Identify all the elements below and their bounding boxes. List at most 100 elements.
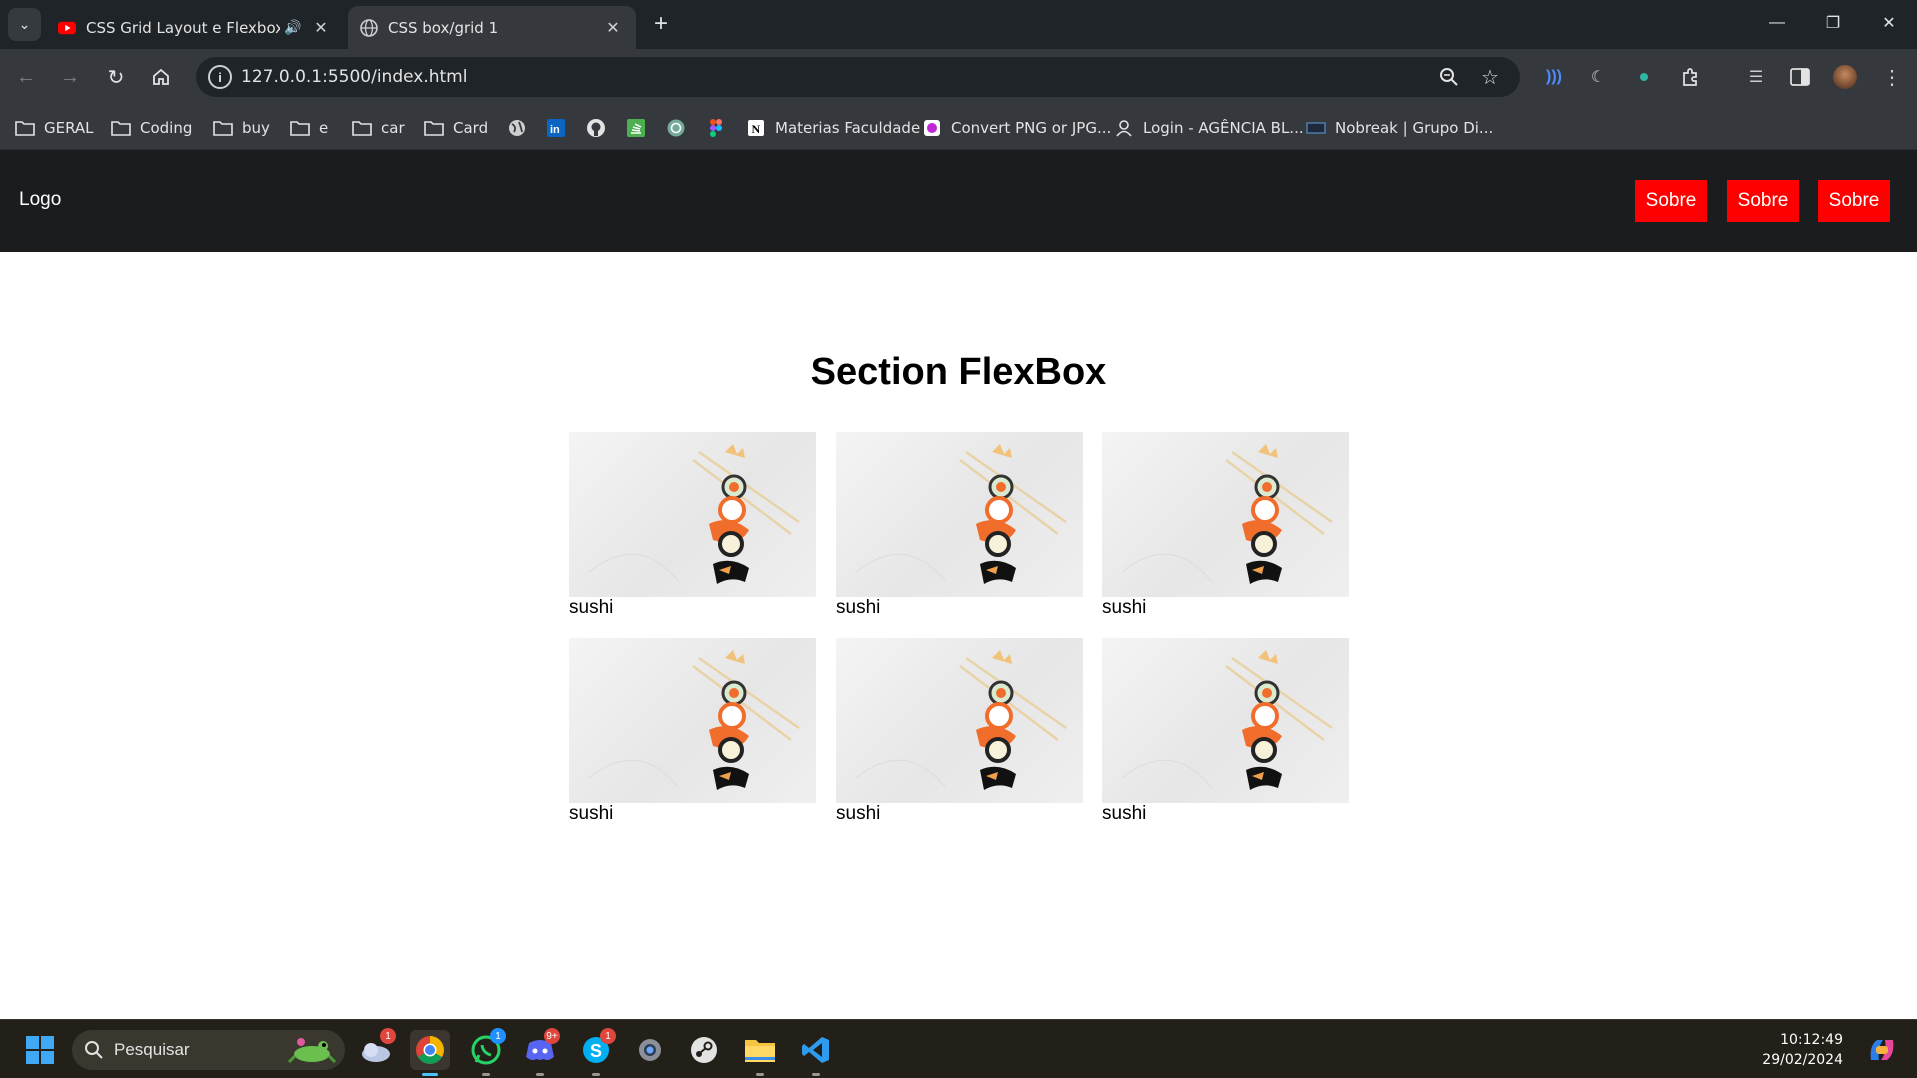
extension-audio-icon[interactable]: ))) [1540, 63, 1568, 91]
steam-icon [691, 1037, 717, 1063]
bookmark-coding[interactable]: Coding [110, 115, 192, 141]
extensions-puzzle-icon[interactable] [1676, 63, 1704, 91]
minimize-button[interactable]: — [1749, 0, 1805, 46]
reload-button[interactable]: ↻ [98, 59, 134, 95]
sushi-image [836, 432, 1083, 597]
nav-sobre-button-2[interactable]: Sobre [1727, 180, 1799, 222]
media-control-icon[interactable]: ☰ [1742, 63, 1770, 91]
running-indicator [812, 1073, 820, 1076]
folder-icon [110, 119, 132, 137]
svg-text:in: in [550, 124, 560, 136]
bookmark-card[interactable]: Card [423, 115, 488, 141]
running-indicator [592, 1073, 600, 1076]
nobreak-icon [1305, 119, 1327, 137]
bookmark-label: Materias Faculdade [775, 119, 921, 137]
settings-icon [639, 1039, 661, 1061]
card-caption: sushi [569, 597, 614, 618]
folder-icon [289, 119, 311, 137]
tab-title: CSS box/grid 1 [388, 18, 499, 37]
taskbar-weather[interactable]: 1 [356, 1028, 396, 1070]
restore-button[interactable]: ❐ [1805, 0, 1861, 46]
copilot-button[interactable] [1862, 1030, 1902, 1070]
bookmark-chatgpt[interactable] [665, 115, 687, 141]
taskbar-chrome[interactable] [410, 1030, 450, 1076]
bookmark-convert-png[interactable]: Convert PNG or JPG... [921, 115, 1111, 141]
bookmark-e[interactable]: e [289, 115, 328, 141]
site-info-icon[interactable]: i [208, 65, 232, 89]
folder-icon [351, 119, 373, 137]
bookmark-label: buy [242, 119, 270, 137]
tab-title: CSS Grid Layout e Flexbox - [86, 18, 280, 37]
reload-icon: ↻ [107, 66, 125, 89]
bookmark-figma[interactable] [705, 115, 727, 141]
site-logo[interactable]: Logo [19, 189, 61, 211]
tab-css-box-grid[interactable]: CSS box/grid 1 ✕ [348, 6, 636, 49]
taskbar-skype[interactable]: S 1 [576, 1028, 616, 1076]
extension-dot-icon[interactable] [1630, 63, 1658, 91]
nav-sobre-button-3[interactable]: Sobre [1818, 180, 1890, 222]
new-tab-button[interactable]: + [648, 12, 674, 38]
nav-sobre-button-1[interactable]: Sobre [1635, 180, 1707, 222]
side-panel-icon[interactable] [1786, 63, 1814, 91]
bookmark-github[interactable] [585, 115, 607, 141]
browser-toolbar: ← → ↻ i 127.0.0.1:5500/index.html ☆ ))) … [0, 49, 1917, 107]
address-bar[interactable]: i 127.0.0.1:5500/index.html ☆ [196, 57, 1520, 97]
forward-button[interactable]: → [52, 59, 88, 95]
clock-time: 10:12:49 [1780, 1032, 1843, 1048]
converter-icon [921, 119, 943, 137]
taskbar-vscode[interactable] [796, 1030, 836, 1076]
bookmark-label: GERAL [44, 119, 94, 137]
bookmark-geral[interactable]: GERAL [14, 115, 94, 141]
figma-icon [705, 119, 727, 137]
sushi-image [569, 638, 816, 803]
copilot-icon [1870, 1040, 1894, 1060]
windows-icon [26, 1036, 54, 1064]
taskbar-discord[interactable]: 9+ [520, 1028, 560, 1076]
taskbar-whatsapp[interactable]: 1 [466, 1028, 506, 1076]
taskbar-search[interactable]: Pesquisar [72, 1030, 345, 1070]
bookmark-globe[interactable] [506, 115, 528, 141]
file-explorer-icon [745, 1040, 775, 1062]
bookmark-stackoverflow[interactable] [625, 115, 647, 141]
sushi-image [836, 638, 1083, 803]
bookmark-buy[interactable]: buy [212, 115, 270, 141]
profile-avatar[interactable] [1831, 63, 1859, 91]
bookmark-login-agencia[interactable]: Login - AGÊNCIA BL... [1113, 115, 1304, 141]
clock-date: 29/02/2024 [1762, 1052, 1843, 1068]
taskbar: Pesquisar 1 1 9+ S 1 10:12:49 29/02/2024 [0, 1019, 1917, 1078]
folder-icon [14, 119, 36, 137]
close-tab-icon[interactable]: ✕ [602, 17, 624, 39]
bookmark-materias-faculdade[interactable]: N Materias Faculdade [745, 115, 920, 141]
bookmark-car[interactable]: car [351, 115, 405, 141]
close-tab-icon[interactable]: ✕ [310, 17, 332, 39]
tab-youtube[interactable]: CSS Grid Layout e Flexbox - 🔊 ✕ [46, 6, 344, 49]
taskbar-steam[interactable] [684, 1030, 724, 1070]
system-clock[interactable]: 10:12:49 29/02/2024 [1762, 1030, 1843, 1070]
whatsapp-badge: 1 [490, 1028, 506, 1044]
bookmark-nobreak[interactable]: Nobreak | Grupo Di... [1305, 115, 1493, 141]
site-header: Logo Sobre Sobre Sobre [0, 150, 1917, 252]
speaker-icon[interactable]: 🔊 [284, 20, 304, 36]
address-text[interactable]: 127.0.0.1:5500/index.html [241, 67, 467, 87]
zoom-icon[interactable] [1437, 65, 1461, 89]
bookmark-linkedin[interactable]: in [545, 115, 567, 141]
close-window-button[interactable]: ✕ [1861, 0, 1917, 46]
running-indicator [482, 1073, 490, 1076]
back-button[interactable]: ← [8, 59, 44, 95]
running-indicator [536, 1073, 544, 1076]
tab-strip: ⌄ CSS Grid Layout e Flexbox - 🔊 ✕ CSS bo… [0, 0, 1917, 49]
extension-moon-icon[interactable]: ☾ [1584, 63, 1612, 91]
folder-icon [212, 119, 234, 137]
bookmark-label: Convert PNG or JPG... [951, 119, 1112, 137]
start-button[interactable] [20, 1030, 60, 1070]
bookmark-star-icon[interactable]: ☆ [1478, 65, 1502, 89]
menu-kebab-icon[interactable]: ⋮ [1878, 63, 1906, 91]
linkedin-icon: in [545, 119, 567, 137]
bookmarks-bar: GERAL Coding buy e car Card in N Materia… [0, 107, 1917, 150]
taskbar-settings[interactable] [630, 1030, 670, 1070]
tab-search-button[interactable]: ⌄ [8, 8, 41, 41]
stackoverflow-icon [625, 119, 647, 137]
taskbar-file-explorer[interactable] [740, 1030, 780, 1076]
home-button[interactable] [143, 59, 179, 95]
card-5: sushi [836, 638, 1083, 825]
